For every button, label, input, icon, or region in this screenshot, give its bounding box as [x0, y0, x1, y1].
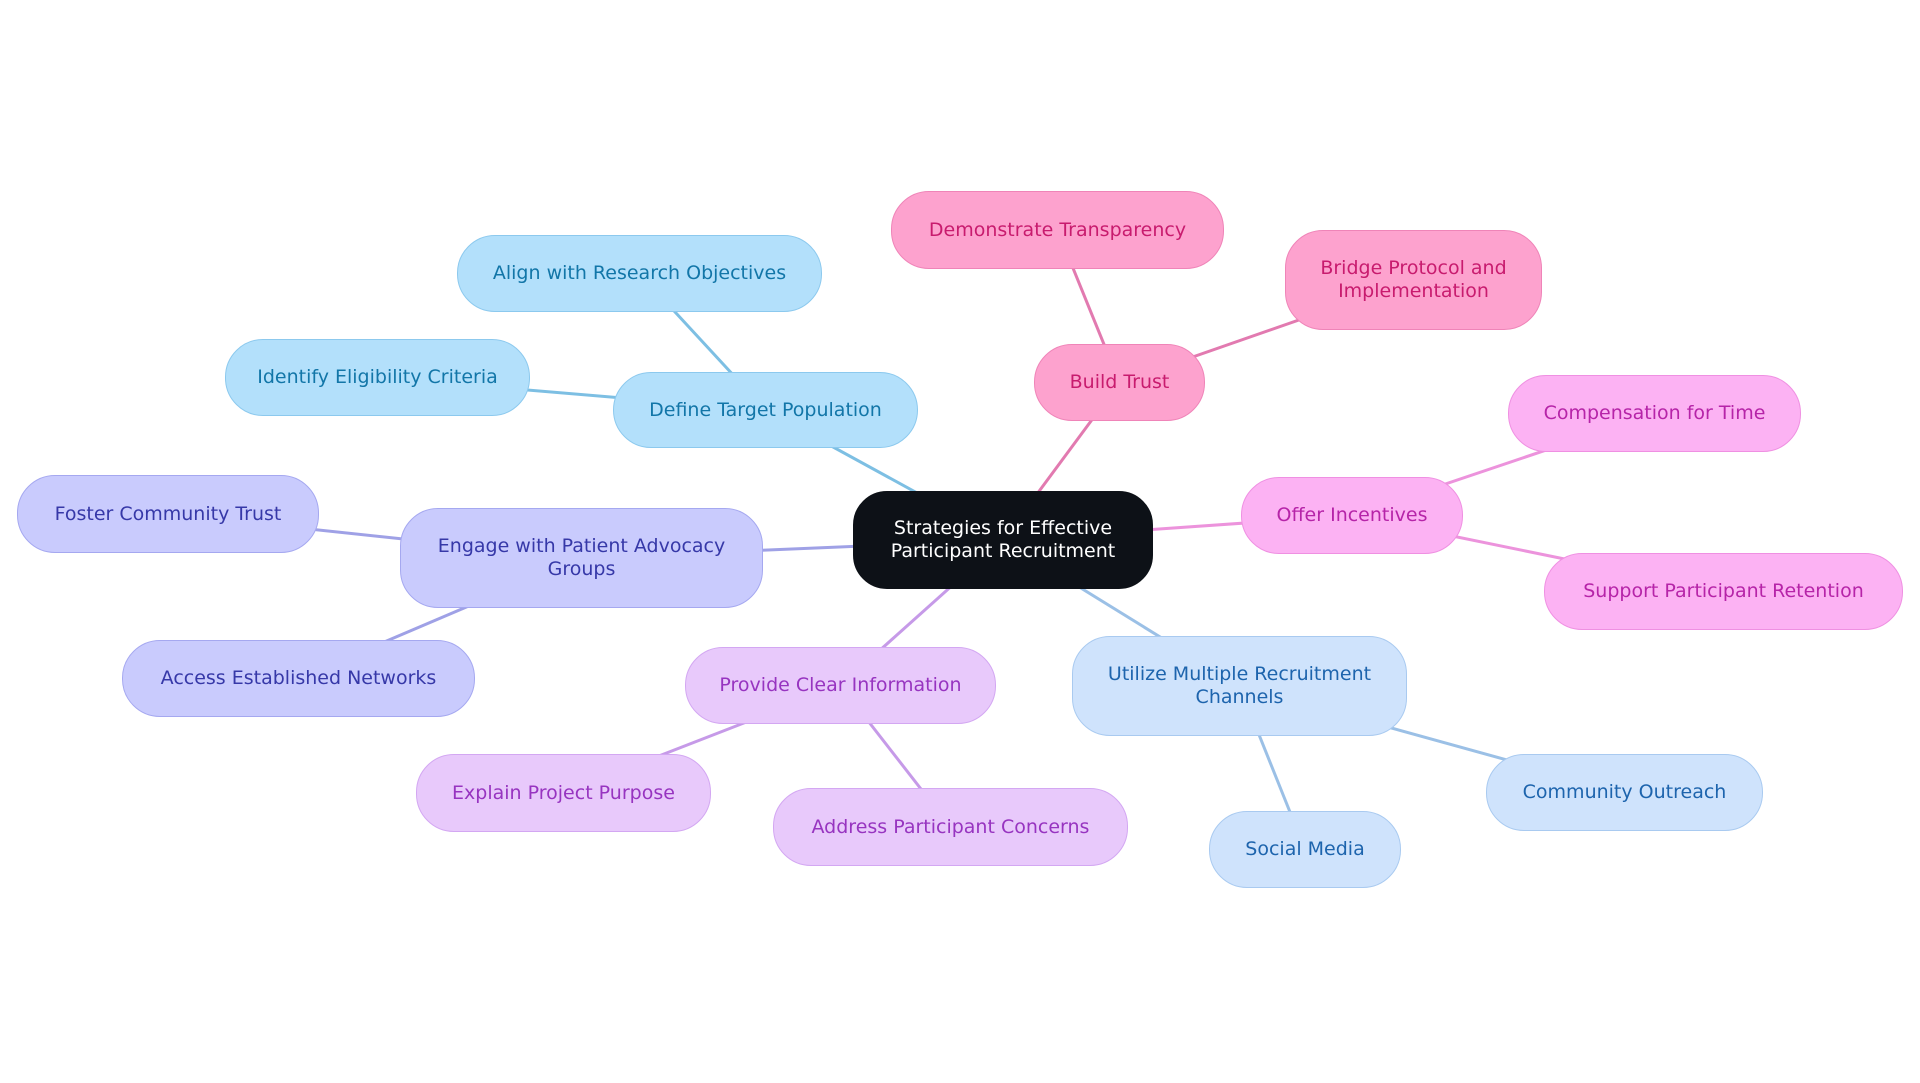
node-identify[interactable]: Identify Eligibility Criteria [225, 339, 530, 416]
node-label: Support Participant Retention [1583, 580, 1864, 602]
node-label: Bridge Protocol and Implementation [1320, 257, 1507, 302]
root-node[interactable]: Strategies for Effective Participant Rec… [853, 491, 1153, 589]
node-label: Identify Eligibility Criteria [257, 366, 498, 388]
node-label: Foster Community Trust [54, 502, 282, 525]
node-trust[interactable]: Build Trust [1034, 344, 1205, 421]
node-label: Access Established Networks [160, 667, 437, 689]
node-advocacy[interactable]: Engage with Patient Advocacy Groups [400, 508, 763, 608]
node-label: Demonstrate Transparency [928, 218, 1187, 241]
node-social[interactable]: Social Media [1209, 811, 1401, 888]
node-label: Strategies for Effective Participant Rec… [890, 517, 1116, 562]
node-label: Provide Clear Information [719, 674, 962, 696]
node-clear[interactable]: Provide Clear Information [685, 647, 996, 724]
node-label: Social Media [1245, 838, 1365, 860]
node-define[interactable]: Define Target Population [613, 372, 918, 448]
node-label: Compensation for Time [1543, 402, 1766, 424]
node-purpose[interactable]: Explain Project Purpose [416, 754, 711, 832]
node-label: Build Trust [1069, 371, 1170, 393]
node-incentives[interactable]: Offer Incentives [1241, 477, 1463, 554]
node-retention[interactable]: Support Participant Retention [1544, 553, 1903, 630]
node-bridge[interactable]: Bridge Protocol and Implementation [1285, 230, 1542, 330]
node-label: Address Participant Concerns [811, 815, 1090, 838]
node-outreach[interactable]: Community Outreach [1486, 754, 1763, 831]
node-label: Offer Incentives [1276, 504, 1428, 526]
node-label: Align with Research Objectives [492, 262, 787, 284]
node-align[interactable]: Align with Research Objectives [457, 235, 822, 312]
node-label: Engage with Patient Advocacy Groups [437, 535, 726, 580]
node-label: Explain Project Purpose [452, 781, 675, 804]
node-transparency[interactable]: Demonstrate Transparency [891, 191, 1224, 269]
node-label: Define Target Population [649, 398, 882, 421]
node-networks[interactable]: Access Established Networks [122, 640, 475, 717]
node-label: Utilize Multiple Recruitment Channels [1107, 663, 1372, 708]
node-label: Community Outreach [1522, 781, 1727, 803]
node-channels[interactable]: Utilize Multiple Recruitment Channels [1072, 636, 1407, 736]
node-community[interactable]: Foster Community Trust [17, 475, 319, 553]
node-concerns[interactable]: Address Participant Concerns [773, 788, 1128, 866]
node-compensation[interactable]: Compensation for Time [1508, 375, 1801, 452]
